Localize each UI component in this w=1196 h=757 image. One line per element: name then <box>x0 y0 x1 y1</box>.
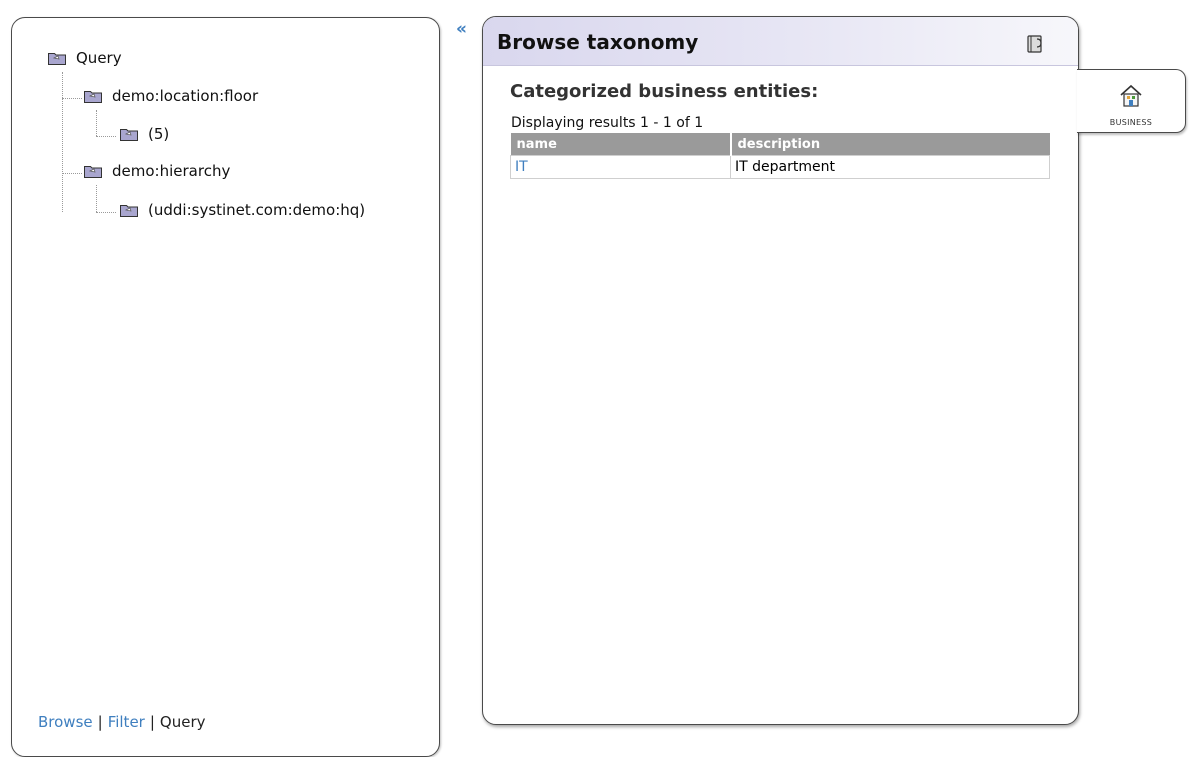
table-header-row: name description <box>510 133 1050 156</box>
browse-link[interactable]: Browse <box>38 713 93 731</box>
page-title: Browse taxonomy <box>497 30 699 54</box>
results-summary: Displaying results 1 - 1 of 1 <box>511 115 704 131</box>
folder-icon <box>84 164 102 178</box>
folder-icon <box>48 51 66 65</box>
link-separator: | <box>149 713 155 731</box>
section-title: Categorized business entities: <box>510 81 819 102</box>
column-header-description[interactable]: description <box>730 133 1050 156</box>
business-house-icon <box>1119 84 1143 108</box>
folder-icon <box>120 203 138 217</box>
taxonomy-tree-panel: Query demo:location:floor (5) demo:hiera… <box>11 17 440 757</box>
tree-node-location-floor[interactable]: demo:location:floor <box>84 87 258 105</box>
tree-node-label: demo:hierarchy <box>112 162 231 180</box>
tree-node-label: Query <box>76 49 122 67</box>
column-header-name[interactable]: name <box>510 133 732 156</box>
business-name-link[interactable]: IT <box>510 155 731 179</box>
business-tab-label: BUSINESS <box>1109 118 1153 127</box>
tree-node-query[interactable]: Query <box>48 49 122 67</box>
folder-icon <box>120 127 138 141</box>
folder-icon <box>84 89 102 103</box>
query-current: Query <box>159 713 206 731</box>
browse-taxonomy-panel: Browse taxonomy Categorized business ent… <box>482 16 1079 725</box>
table-row: IT IT department <box>510 155 1050 179</box>
tree-connector-line <box>62 72 63 212</box>
panel-header: Browse taxonomy <box>483 17 1078 66</box>
collapse-panel-button[interactable]: « <box>456 21 467 38</box>
tree-connector-line <box>96 185 97 212</box>
results-table: name description IT IT department <box>510 133 1050 179</box>
tree-connector-line <box>96 136 116 137</box>
tree-connector-line <box>62 173 82 174</box>
tree-connector-line <box>62 98 82 99</box>
tree-node-label: (uddi:systinet.com:demo:hq) <box>148 201 366 219</box>
tree-node-hierarchy[interactable]: demo:hierarchy <box>84 162 230 180</box>
tree-connector-line <box>96 110 97 136</box>
tree-node-label: demo:location:floor <box>112 87 259 105</box>
tree-node-hierarchy-hq[interactable]: (uddi:systinet.com:demo:hq) <box>120 201 365 219</box>
taxonomy-tree: Query demo:location:floor (5) demo:hiera… <box>12 18 439 756</box>
panel-mode-links: Browse | Filter | Query <box>38 713 206 731</box>
link-separator: | <box>97 713 103 731</box>
business-tab[interactable]: BUSINESS <box>1077 69 1186 133</box>
tree-node-floor-5[interactable]: (5) <box>120 125 169 143</box>
filter-link[interactable]: Filter <box>108 713 145 731</box>
book-icon[interactable] <box>1026 34 1046 54</box>
tree-node-label: (5) <box>148 125 170 143</box>
business-description: IT department <box>730 155 1050 179</box>
tree-connector-line <box>96 212 116 213</box>
